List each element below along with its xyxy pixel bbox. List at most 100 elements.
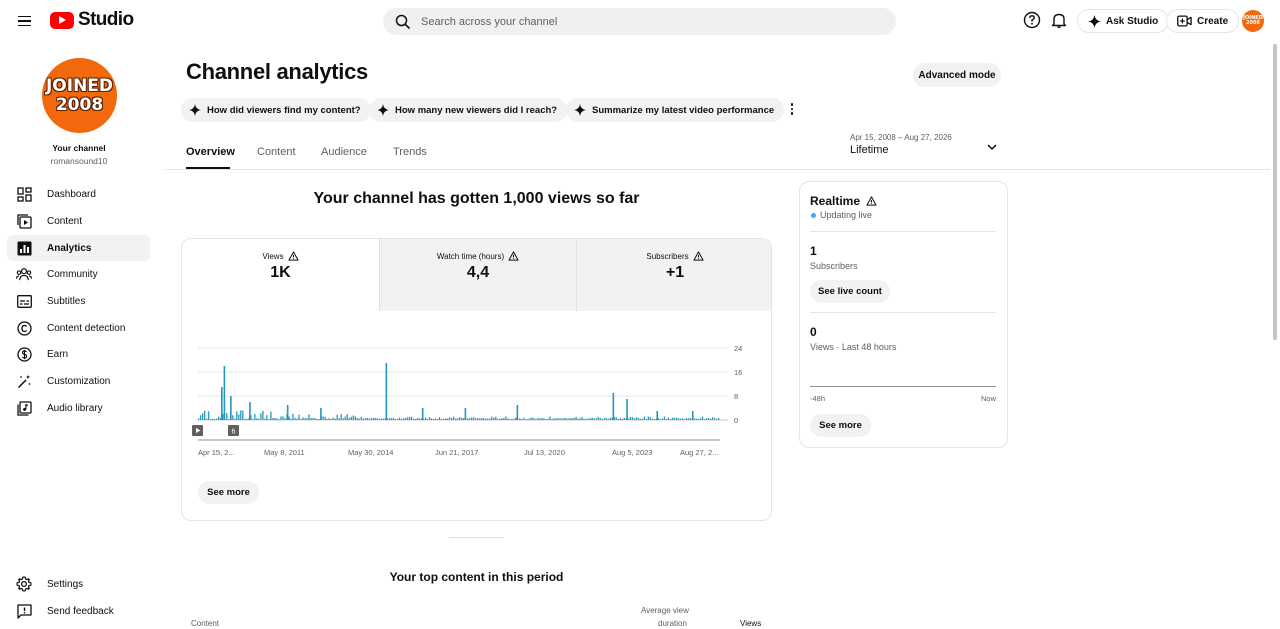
- chart-bar: [324, 416, 326, 420]
- col-header-avg-duration-1: Average view: [641, 606, 689, 615]
- chart-bar: [669, 418, 672, 420]
- analytics-icon: [16, 240, 32, 256]
- chart-bar: [254, 413, 256, 420]
- chart-bar: [663, 416, 666, 420]
- sidebar-item-analytics[interactable]: Analytics: [7, 235, 150, 261]
- menu-icon[interactable]: [14, 10, 36, 32]
- tab-trends[interactable]: Trends: [393, 146, 427, 158]
- date-period-label[interactable]: Lifetime: [850, 144, 889, 156]
- tab-audience[interactable]: Audience: [321, 146, 367, 158]
- chart-bar: [551, 418, 553, 420]
- feedback-icon: [16, 603, 32, 619]
- x-tick-label: May 30, 2014: [348, 448, 393, 457]
- chart-bar: [637, 417, 639, 420]
- sidebar-item-audio-library[interactable]: Audio library: [7, 395, 150, 421]
- chart-bar: [258, 418, 260, 420]
- sparkle-icon: [377, 104, 389, 116]
- chart-bar: [673, 417, 676, 420]
- chart-bar: [430, 418, 433, 420]
- chart-bar: [667, 417, 670, 420]
- chart-bar: [671, 417, 674, 420]
- chart-bar: [633, 418, 635, 420]
- create-video-icon: [1177, 15, 1192, 27]
- realtime-see-more-button[interactable]: See more: [810, 414, 871, 437]
- sidebar-item-settings[interactable]: Settings: [7, 571, 150, 597]
- chart-bar: [298, 414, 300, 420]
- views-chart: 24 16 8 0 6 Apr 15, 2... May 8, 2011 May 30, 20…: [192, 344, 742, 457]
- chart-bar: [360, 416, 362, 420]
- search-icon: [395, 14, 411, 29]
- chart-bar: [380, 418, 382, 420]
- see-more-button[interactable]: See more: [198, 481, 259, 504]
- sidebar-item-earn[interactable]: Earn: [7, 341, 150, 367]
- chart-bar: [717, 418, 720, 420]
- notifications-bell-icon[interactable]: [1050, 11, 1068, 29]
- chart-bar: [485, 418, 487, 420]
- chart-bar: [238, 414, 240, 420]
- chart-bar: [707, 417, 710, 420]
- chart-bar: [665, 418, 668, 420]
- chart-bar: [308, 414, 310, 420]
- chart-bar: [469, 418, 471, 420]
- sidebar-item-community[interactable]: Community: [7, 261, 150, 287]
- more-options-icon[interactable]: [787, 101, 797, 117]
- help-icon[interactable]: [1023, 11, 1041, 29]
- chart-bar: [350, 416, 352, 420]
- sidebar-item-dashboard[interactable]: Dashboard: [7, 181, 150, 207]
- chart-bar: [332, 417, 334, 420]
- chart-bar: [426, 418, 429, 420]
- tab-content[interactable]: Content: [257, 146, 296, 158]
- sidebar-item-send-feedback[interactable]: Send feedback: [7, 598, 150, 624]
- ask-studio-button[interactable]: Ask Studio: [1077, 9, 1170, 33]
- create-button[interactable]: Create: [1166, 9, 1240, 33]
- chart-bar: [446, 418, 449, 420]
- chart-bar: [264, 418, 266, 420]
- account-avatar[interactable]: JOINED 2008: [1242, 10, 1264, 32]
- ask-chip-summarize[interactable]: Summarize my latest video performance: [566, 98, 785, 122]
- chart-bar: [276, 418, 278, 420]
- chart-bar: [362, 418, 364, 420]
- youtube-studio-logo[interactable]: Studio: [50, 9, 134, 31]
- see-live-count-button[interactable]: See live count: [810, 280, 890, 303]
- chart-bar: [370, 418, 372, 420]
- chart-bar: [539, 418, 541, 420]
- chart-bar: [557, 418, 559, 420]
- search-bar[interactable]: [383, 8, 896, 35]
- chart-bar: [352, 415, 354, 420]
- sidebar-item-content-detection[interactable]: Content detection: [7, 315, 150, 341]
- sidebar-item-content[interactable]: Content: [7, 208, 150, 234]
- chart-bar: [200, 415, 202, 420]
- tab-overview[interactable]: Overview: [186, 146, 235, 158]
- chart-bar: [553, 418, 555, 420]
- channel-avatar[interactable]: JOINED 2008: [42, 58, 117, 133]
- chart-bar: [346, 414, 348, 420]
- chart-bar: [228, 418, 230, 420]
- chart-bar: [493, 417, 495, 420]
- chevron-down-icon[interactable]: [985, 140, 999, 154]
- chart-bar: [294, 418, 296, 420]
- chart-bar: [410, 416, 413, 420]
- page-scrollbar[interactable]: [1273, 44, 1277, 340]
- chart-bar: [513, 418, 515, 420]
- chart-bar: [543, 418, 545, 420]
- chart-bar: [234, 418, 236, 420]
- chart-bar: [366, 417, 368, 420]
- chart-bar: [406, 417, 409, 420]
- ask-chip-viewers-find[interactable]: How did viewers find my content?: [181, 98, 371, 122]
- tabs-divider: [165, 169, 1270, 170]
- chart-bar: [475, 418, 477, 420]
- advanced-mode-button[interactable]: Advanced mode: [913, 63, 1001, 87]
- logo-text: Studio: [78, 9, 134, 30]
- realtime-title-text: Realtime: [810, 194, 861, 208]
- chart-bar: [656, 411, 659, 420]
- chart-bar: [473, 417, 475, 420]
- sidebar-item-label: Community: [47, 268, 98, 280]
- channel-handle: romansound10: [50, 156, 108, 166]
- ask-chip-new-viewers[interactable]: How many new viewers did I reach?: [369, 98, 568, 122]
- search-input[interactable]: [421, 15, 841, 28]
- sidebar-item-subtitles[interactable]: Subtitles: [7, 288, 150, 314]
- chart-bar: [501, 418, 503, 420]
- chart-bar: [260, 413, 262, 420]
- col-header-views[interactable]: Views: [740, 619, 761, 628]
- sidebar-item-customization[interactable]: Customization: [7, 368, 150, 394]
